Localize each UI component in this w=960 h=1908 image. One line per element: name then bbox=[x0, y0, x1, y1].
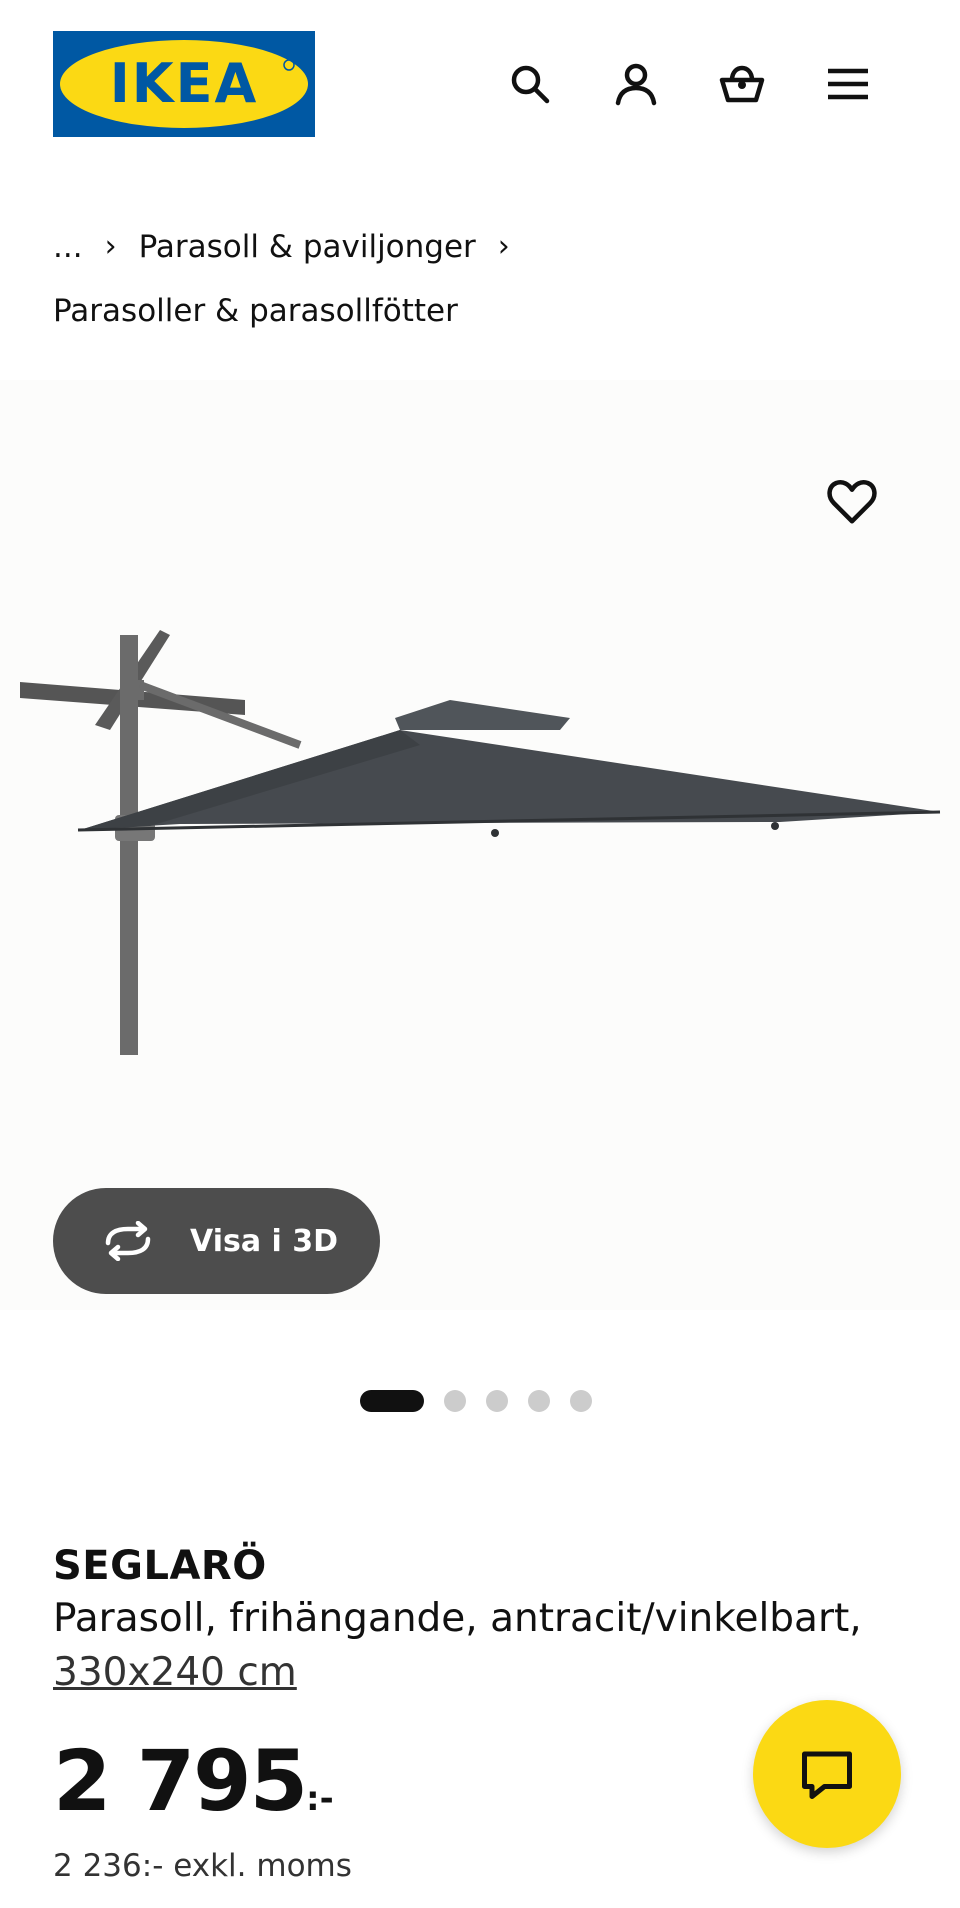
profile-button[interactable] bbox=[608, 56, 664, 112]
carousel-dot[interactable] bbox=[570, 1390, 592, 1412]
chat-icon bbox=[802, 1751, 852, 1799]
chat-button[interactable] bbox=[753, 1700, 901, 1848]
menu-icon bbox=[828, 68, 868, 100]
breadcrumb-separator: › bbox=[497, 229, 510, 264]
carousel-dot[interactable] bbox=[444, 1390, 466, 1412]
product-description: Parasoll, frihängande, antracit/vinkelba… bbox=[53, 1592, 913, 1700]
price-suffix: :- bbox=[306, 1779, 334, 1819]
carousel-dot[interactable] bbox=[486, 1390, 508, 1412]
price-excl-vat: 2 236:- exkl. moms bbox=[53, 1848, 352, 1884]
breadcrumb-item-parasoller[interactable]: Parasoller & parasollfötter bbox=[53, 279, 458, 343]
product-name: SEGLARÖ bbox=[53, 1543, 267, 1589]
product-media bbox=[0, 380, 960, 1310]
view-in-3d-label: Visa i 3D bbox=[190, 1223, 339, 1259]
cart-button[interactable] bbox=[714, 56, 770, 112]
profile-icon bbox=[615, 63, 657, 106]
cart-icon bbox=[719, 65, 765, 103]
search-button[interactable] bbox=[502, 56, 558, 112]
product-description-text: Parasoll, frihängande, antracit/vinkelba… bbox=[53, 1596, 862, 1641]
carousel-indicator bbox=[360, 1390, 592, 1412]
product-image[interactable] bbox=[0, 530, 960, 1210]
ikea-logo-graphic: IKEA bbox=[53, 31, 315, 137]
favorite-button[interactable] bbox=[822, 471, 882, 531]
header: IKEA bbox=[0, 0, 960, 170]
breadcrumb-separator: › bbox=[104, 229, 117, 264]
product-measurement-link[interactable]: 330x240 cm bbox=[53, 1650, 297, 1695]
search-icon bbox=[511, 65, 550, 104]
breadcrumb: ... › Parasoll & paviljonger › Parasolle… bbox=[53, 215, 913, 343]
breadcrumb-ellipsis[interactable]: ... bbox=[53, 215, 83, 279]
carousel-dot[interactable] bbox=[528, 1390, 550, 1412]
breadcrumb-item-parasoll-paviljonger[interactable]: Parasoll & paviljonger bbox=[139, 215, 476, 279]
price-integer: 2 795 bbox=[53, 1732, 308, 1830]
rotate-3d-icon bbox=[105, 1221, 151, 1261]
carousel-dot[interactable] bbox=[360, 1390, 424, 1412]
menu-button[interactable] bbox=[820, 56, 876, 112]
view-in-3d-button[interactable]: Visa i 3D bbox=[53, 1188, 380, 1294]
svg-text:IKEA: IKEA bbox=[110, 52, 259, 115]
ikea-logo[interactable]: IKEA bbox=[53, 31, 315, 137]
heart-icon bbox=[827, 480, 877, 524]
